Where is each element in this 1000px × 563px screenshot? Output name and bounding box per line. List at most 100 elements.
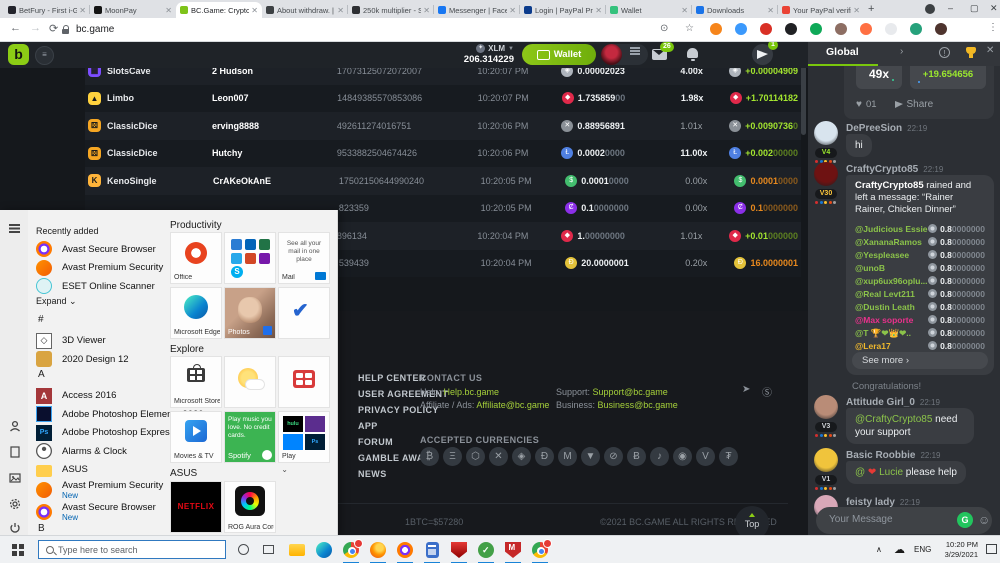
avg-antivirus-icon[interactable]	[450, 541, 468, 559]
expand-button[interactable]: Expand ⌄	[36, 296, 77, 307]
table-row[interactable]: ⚄ClassicDiceerving888849261127401675110:…	[85, 112, 801, 140]
avatar[interactable]	[814, 395, 838, 419]
tile-mail[interactable]: See all your mail in one placeMail	[278, 232, 330, 284]
account-icon[interactable]	[9, 420, 21, 432]
wallet-button[interactable]: Wallet	[522, 44, 596, 65]
extension-icon[interactable]: ⊙	[660, 23, 668, 34]
extension-icon[interactable]	[710, 23, 722, 35]
avatar[interactable]	[601, 44, 622, 65]
close-chat-icon[interactable]: ✕	[986, 45, 994, 56]
info-icon[interactable]: !	[939, 47, 950, 58]
cortana-icon[interactable]	[238, 544, 249, 555]
tab-close-icon[interactable]: ✕	[79, 6, 86, 15]
extension-icon[interactable]	[885, 23, 897, 35]
bcgame-logo[interactable]: b	[8, 44, 29, 65]
browser-profile-icon[interactable]	[925, 4, 935, 14]
tile-m365[interactable]: S	[224, 232, 276, 284]
language-indicator[interactable]: ENG	[914, 545, 931, 554]
telegram-icon[interactable]: ➤	[742, 384, 750, 395]
back-icon[interactable]: ←	[10, 22, 21, 34]
browser-tab[interactable]: Wallet✕	[606, 2, 692, 18]
tile-movies[interactable]: Movies & TV	[170, 411, 222, 463]
chat-username[interactable]: CraftyCrypto8522:19	[846, 164, 943, 175]
table-row[interactable]: ⚄ClassicDiceHutchy953388250467442610:20:…	[85, 140, 801, 168]
browser-menu-icon[interactable]: ⋮	[988, 22, 998, 33]
footer-link[interactable]: HELP CENTER	[358, 373, 426, 383]
file-explorer-icon[interactable]	[288, 541, 306, 559]
table-row[interactable]: KKenoSingleCrAKeOkAnE1750215064499024010…	[85, 167, 801, 195]
footer-link[interactable]: NEWS	[358, 469, 387, 479]
onedrive-icon[interactable]: ☁	[894, 543, 905, 556]
browser-tab[interactable]: 250k multiplier - S✕	[348, 2, 434, 18]
browser-tab[interactable]: Login | PayPal Prep✕	[520, 2, 606, 18]
recipient-name[interactable]: @unoB	[855, 262, 928, 274]
maximize-icon[interactable]: ▢	[970, 3, 979, 14]
bell-icon[interactable]	[687, 48, 698, 58]
see-more-button[interactable]: See more ›	[852, 352, 988, 369]
avatar[interactable]	[814, 162, 838, 186]
browser-tab[interactable]: Downloads✕	[692, 2, 778, 18]
antivirus-green-icon[interactable]: ✓	[477, 541, 495, 559]
header-menu-button[interactable]: ≡	[35, 46, 54, 65]
share-icon[interactable]	[895, 101, 903, 108]
edge-icon[interactable]	[315, 541, 333, 559]
contact-link[interactable]: Help.bc.game	[444, 387, 500, 397]
like-icon[interactable]: ♥	[856, 99, 862, 110]
tab-close-icon[interactable]: ✕	[337, 6, 344, 15]
share-button[interactable]: Share	[907, 99, 934, 110]
avatar[interactable]	[814, 448, 838, 472]
avatar[interactable]	[814, 121, 838, 145]
recipient-name[interactable]: @Yespleasee	[855, 249, 928, 261]
balance-selector[interactable]: ✦ XLM ▼ 206.314229	[452, 43, 514, 65]
tile-office[interactable]: Office	[170, 232, 222, 284]
browser-tab[interactable]: About withdraw. | B✕	[262, 2, 348, 18]
tab-close-icon[interactable]: ✕	[251, 6, 258, 15]
recipient-name[interactable]: @xup6ux96oplu...	[855, 275, 928, 287]
calculator-icon[interactable]	[423, 541, 441, 559]
minimize-icon[interactable]: –	[948, 3, 953, 13]
tile-news[interactable]	[278, 356, 330, 408]
reload-icon[interactable]: ⟳	[49, 22, 58, 35]
firefox-icon[interactable]	[369, 541, 387, 559]
task-view-icon[interactable]	[263, 545, 274, 554]
tab-close-icon[interactable]: ✕	[509, 6, 516, 15]
extension-icon[interactable]	[735, 23, 747, 35]
mcafee-icon[interactable]: M	[504, 541, 522, 559]
scroll-top-button[interactable]: Top	[735, 506, 769, 535]
chat-username[interactable]: Basic Roobbie22:19	[846, 450, 941, 461]
url-text[interactable]: bc.game	[76, 24, 114, 35]
extension-icon[interactable]	[785, 23, 797, 35]
contact-link[interactable]: Affiliate@bc.game	[476, 400, 549, 410]
tile-photos[interactable]: Photos	[224, 287, 276, 339]
section-letter[interactable]: B	[38, 523, 45, 534]
tab-close-icon[interactable]: ✕	[681, 6, 688, 15]
taskbar-search[interactable]: Type here to search	[38, 540, 226, 559]
recipient-name[interactable]: @XananaRamos	[855, 236, 928, 248]
browser-tab[interactable]: BetFury - First i-Ga✕	[4, 2, 90, 18]
tile-netflix[interactable]: NETFLIX	[170, 481, 222, 533]
browser-tab[interactable]: Messenger | Faceb✕	[434, 2, 520, 18]
tray-expand-icon[interactable]: ∧	[876, 545, 882, 554]
start-menu-app[interactable]: ASUS⌄	[30, 461, 300, 479]
tab-close-icon[interactable]: ✕	[595, 6, 602, 15]
table-row[interactable]: ▲LimboLeon0071484938557085308610:20:07 P…	[85, 85, 801, 113]
tile-todo[interactable]: ✔	[278, 287, 330, 339]
tile-edge[interactable]: Microsoft Edge	[170, 287, 222, 339]
forward-icon[interactable]: →	[30, 22, 41, 34]
recipient-name[interactable]: @Real Levt211	[855, 288, 928, 300]
trophy-icon[interactable]	[966, 47, 976, 54]
pictures-icon[interactable]	[9, 472, 21, 484]
chat-tab-global[interactable]: Global	[826, 46, 859, 58]
tab-close-icon[interactable]: ✕	[165, 6, 172, 15]
section-letter[interactable]: A	[38, 369, 45, 380]
footer-link[interactable]: FORUM	[358, 437, 393, 447]
browser-tab[interactable]: BC.Game: Crypto C✕	[176, 2, 262, 18]
clock[interactable]: 10:20 PM 3/29/2021	[934, 540, 978, 560]
extension-icon[interactable]	[810, 23, 822, 35]
giphy-button[interactable]: G	[957, 512, 973, 528]
tile-rog[interactable]: ROG Aura Core	[224, 481, 276, 533]
extension-icon[interactable]	[760, 23, 772, 35]
action-center-icon[interactable]	[986, 544, 997, 554]
skype-icon[interactable]: Ⓢ	[762, 384, 772, 399]
footer-link[interactable]: APP	[358, 421, 378, 431]
